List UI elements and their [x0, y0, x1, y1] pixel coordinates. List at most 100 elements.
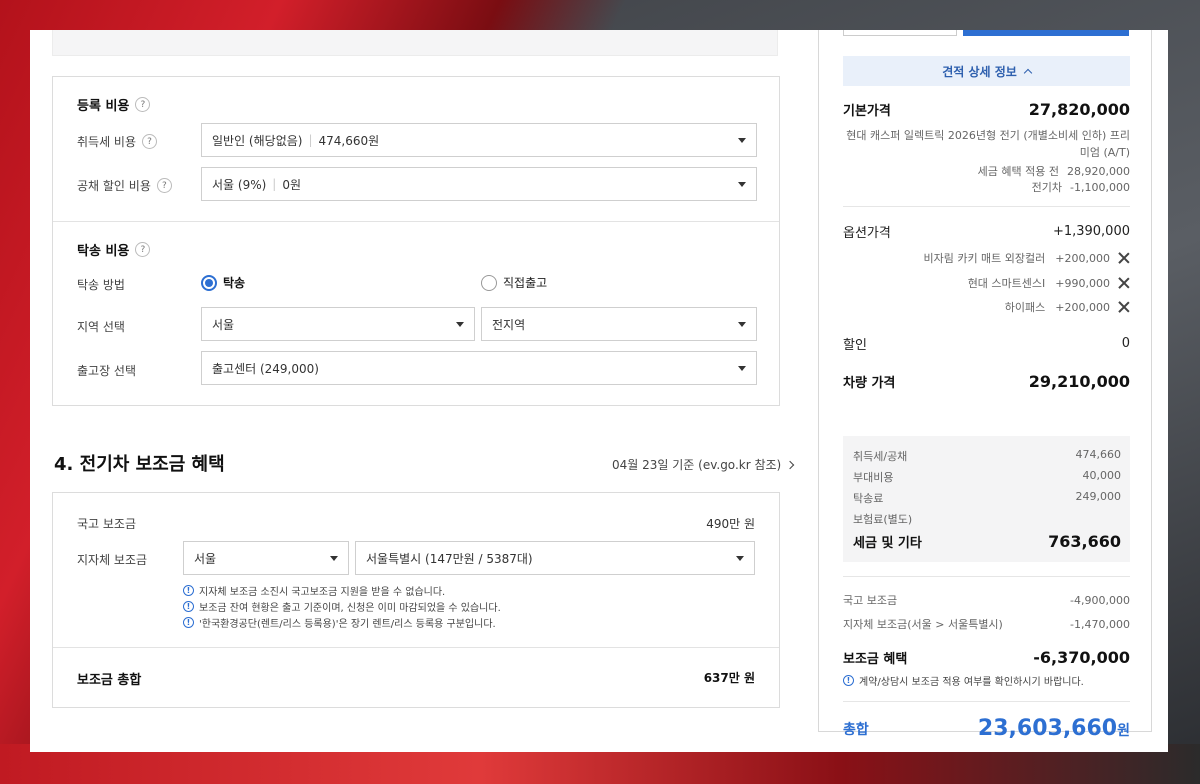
chevron-down-icon	[330, 556, 338, 561]
option-name: 하이패스	[1004, 301, 1046, 314]
divider	[53, 221, 779, 222]
discount-label: 할인	[843, 338, 867, 353]
acq-tax-select[interactable]: 일반인 (해당없음) | 474,660원	[201, 123, 757, 157]
chevron-right-icon	[785, 460, 795, 469]
vehicle-price-row: 차량 가격 29,210,000	[843, 372, 1130, 391]
close-icon[interactable]	[1118, 277, 1130, 289]
info-icon: !	[183, 601, 194, 612]
summary-top-button[interactable]	[963, 30, 1129, 36]
subregion-select[interactable]: 전지역	[481, 307, 757, 341]
radio-dot	[481, 274, 497, 291]
bond-label: 공채 할인 비용	[77, 179, 151, 193]
grand-total-value: 23,603,660	[977, 716, 1118, 741]
chevron-down-icon	[738, 322, 746, 327]
radio-direct-label: 직접출고	[503, 276, 548, 290]
acq-tax-row: 취득세 비용 ?	[77, 133, 158, 150]
bond-value: 서울 (9%)	[212, 177, 267, 192]
grand-total-row: 총합 23,603,660원	[843, 716, 1130, 741]
registration-delivery-card: 등록 비용 ? 취득세 비용 ? 일반인 (해당없음) | 474,660원 공…	[52, 76, 780, 406]
region-row: 지역 선택	[77, 318, 125, 335]
tax-row: 부대비용 40,000	[853, 469, 1121, 485]
radio-direct-pickup[interactable]: 직접출고	[481, 274, 547, 291]
divider	[843, 701, 1130, 702]
radio-delivery[interactable]: 탁송	[201, 274, 245, 291]
bond-select[interactable]: 서울 (9%) | 0원	[201, 167, 757, 201]
help-icon[interactable]: ?	[142, 134, 158, 149]
info-icon: !	[843, 675, 854, 686]
registration-heading: 등록 비용 ?	[77, 95, 151, 114]
tax-breakdown-box: 취득세/공채 474,660 부대비용 40,000 탁송료 249,000 보…	[843, 436, 1130, 562]
help-icon[interactable]: ?	[135, 242, 151, 257]
ev-discount-label: 전기차	[1031, 181, 1063, 194]
divider	[843, 576, 1130, 577]
option-price: +200,000	[1055, 251, 1110, 265]
option-name: 비자림 카키 매트 외장컬러	[923, 252, 1046, 265]
tax-total-label: 세금 및 기타	[853, 536, 922, 551]
region-select[interactable]: 서울	[201, 307, 475, 341]
quote-detail-toggle[interactable]: 견적 상세 정보	[843, 56, 1130, 86]
ev-discount-value: -1,100,000	[1070, 180, 1130, 194]
ev-discount-row: 전기차 -1,100,000	[843, 179, 1130, 195]
grand-total-unit: 원	[1117, 723, 1130, 739]
radio-dot	[201, 274, 217, 291]
divider	[53, 647, 779, 648]
summary-subsidy-total-row: 보조금 혜택 -6,370,000	[843, 648, 1130, 667]
divider	[843, 206, 1130, 207]
region-value: 서울	[212, 317, 235, 332]
quote-page: 등록 비용 ? 취득세 비용 ? 일반인 (해당없음) | 474,660원 공…	[30, 30, 1168, 752]
chevron-down-icon	[456, 322, 464, 327]
national-subsidy-value: 490만 원	[706, 517, 755, 531]
tax-value: 474,660	[1075, 448, 1122, 461]
tax-total-row: 세금 및 기타 763,660	[853, 532, 1121, 551]
summary-top-input[interactable]	[843, 30, 957, 36]
tax-label: 취득세/공채	[853, 450, 908, 463]
options-value: +1,390,000	[1052, 224, 1130, 239]
notice-text: '한국환경공단(렌트/리스 등록용)'은 장기 렌트/리스 등록용 구분입니다.	[199, 619, 496, 630]
discount-value: 0	[1121, 336, 1130, 351]
info-icon: !	[183, 617, 194, 628]
tax-row: 취득세/공채 474,660	[853, 448, 1121, 464]
local-city-select[interactable]: 서울	[183, 541, 349, 575]
help-icon[interactable]: ?	[156, 178, 172, 193]
help-icon[interactable]: ?	[135, 97, 151, 112]
summary-local-value: -1,470,000	[1070, 617, 1130, 631]
summary-local-row: 지자체 보조금(서울 > 서울특별시) -1,470,000	[843, 616, 1130, 632]
chevron-down-icon	[738, 366, 746, 371]
region-label: 지역 선택	[77, 320, 125, 334]
previous-section-stub	[52, 30, 778, 56]
subsidy-total-value: 637만 원	[703, 671, 755, 685]
base-price-value: 27,820,000	[1028, 100, 1130, 119]
close-icon[interactable]	[1118, 252, 1130, 264]
subsidy-notice: ! 지자체 보조금 소진시 국고보조금 지원을 받을 수 없습니다.	[183, 583, 445, 598]
bond-row: 공채 할인 비용 ?	[77, 177, 172, 194]
pre-tax-row: 세금 혜택 적용 전 28,920,000	[843, 163, 1130, 179]
option-item: 현대 스마트센스I +990,000	[843, 275, 1130, 291]
radio-delivery-label: 탁송	[223, 276, 246, 290]
option-item: 비자림 카키 매트 외장컬러 +200,000	[843, 250, 1130, 266]
summary-subsidy-notice-text: 계약/상담시 보조금 적용 여부를 확인하시기 바랍니다.	[859, 677, 1084, 688]
subsidy-reference-link[interactable]: 04월 23일 기준 (ev.go.kr 참조)	[612, 456, 795, 473]
option-item: 하이패스 +200,000	[843, 299, 1130, 315]
depot-value: 출고센터 (249,000)	[212, 361, 319, 376]
tax-label: 탁송료	[853, 492, 884, 505]
vehicle-price-value: 29,210,000	[1028, 372, 1130, 391]
summary-subsidy-total-value: -6,370,000	[1033, 648, 1130, 667]
summary-national-value: -4,900,000	[1070, 593, 1130, 607]
depot-row: 출고장 선택	[77, 362, 136, 379]
close-icon[interactable]	[1118, 301, 1130, 313]
delivery-title: 탁송 비용	[77, 244, 130, 259]
summary-subsidy-total-label: 보조금 혜택	[843, 652, 908, 667]
discount-row: 할인 0	[843, 334, 1130, 353]
depot-label: 출고장 선택	[77, 364, 137, 378]
pre-tax-label: 세금 혜택 적용 전	[977, 165, 1060, 178]
registration-title: 등록 비용	[77, 99, 130, 114]
base-price-row: 기본가격 27,820,000	[843, 100, 1130, 119]
pre-tax-value: 28,920,000	[1067, 164, 1130, 178]
subsidy-total-label: 보조금 총합	[77, 673, 142, 688]
depot-select[interactable]: 출고센터 (249,000)	[201, 351, 757, 385]
notice-text: 지자체 보조금 소진시 국고보조금 지원을 받을 수 없습니다.	[199, 587, 446, 598]
subsidy-notice: ! '한국환경공단(렌트/리스 등록용)'은 장기 렌트/리스 등록용 구분입니…	[183, 615, 496, 630]
local-detail-select[interactable]: 서울특별시 (147만원 / 5387대)	[355, 541, 755, 575]
tax-row: 탁송료 249,000	[853, 490, 1121, 506]
notice-text: 보조금 잔여 현황은 출고 기준이며, 신청은 이미 마감되었을 수 있습니다.	[199, 603, 501, 614]
